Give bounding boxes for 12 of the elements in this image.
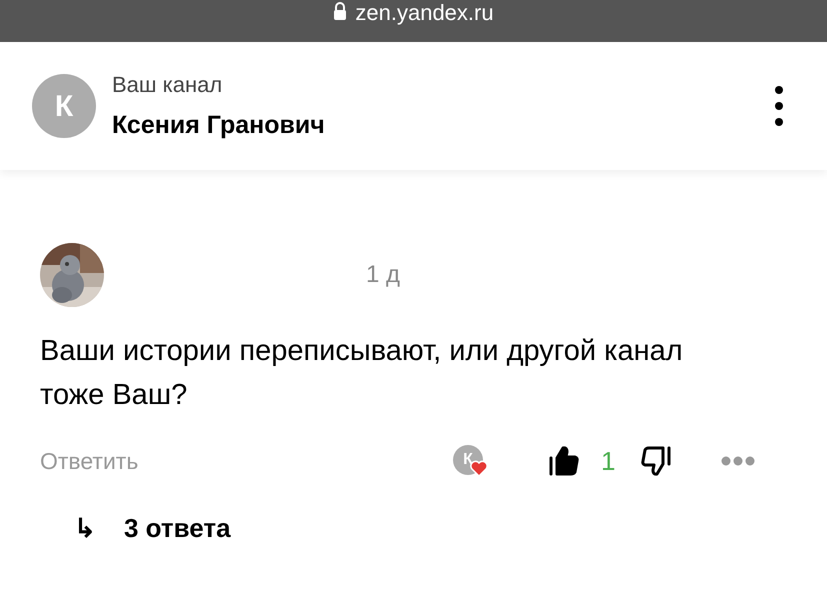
thumbs-down-icon[interactable] [639, 444, 673, 478]
comment-time: 1 д [366, 260, 400, 290]
reply-arrow-icon[interactable]: ↳ [74, 509, 96, 548]
more-menu-icon[interactable] [775, 86, 783, 126]
replies-link[interactable]: 3 ответа [124, 509, 231, 548]
channel-subtitle: Ваш канал [112, 70, 224, 99]
thumbs-up-icon[interactable] [547, 444, 581, 478]
url-text[interactable]: zen.yandex.ru [355, 2, 494, 24]
channel-name: Ксения Гранович [112, 110, 326, 141]
comment-text: Ваши истории переписывают, или другой канал тоже Ваш? [39, 334, 684, 413]
like-count: 1 [601, 444, 616, 478]
more-icon[interactable] [721, 456, 755, 466]
